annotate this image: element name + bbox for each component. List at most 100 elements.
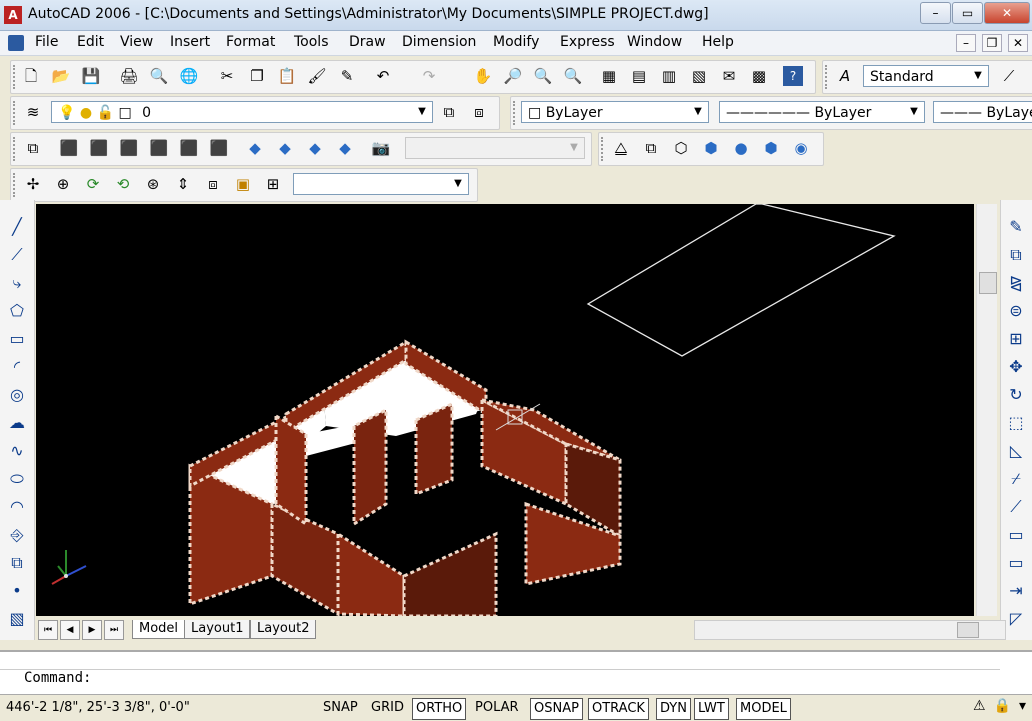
- vertical-scrollbar[interactable]: [976, 204, 997, 616]
- 2d-wireframe-icon[interactable]: ⧋: [611, 138, 631, 158]
- extend-icon[interactable]: ⟋: [1005, 496, 1027, 518]
- close-button[interactable]: ✕: [984, 2, 1030, 24]
- tab-layout2[interactable]: Layout2: [250, 620, 317, 639]
- ucs-select[interactable]: ▼: [293, 173, 469, 195]
- adjust-distance-icon[interactable]: ⇕: [173, 174, 193, 194]
- grid-toggle[interactable]: GRID: [368, 698, 407, 718]
- status-bar-menu-icon[interactable]: ▾: [1019, 698, 1026, 714]
- color-select[interactable]: □ ByLayer ▼: [521, 101, 709, 123]
- line-icon[interactable]: ╱: [6, 216, 28, 238]
- text-style-icon[interactable]: A: [835, 66, 855, 86]
- nw-isometric-icon[interactable]: ◆: [335, 138, 355, 158]
- plot-icon[interactable]: 🖨: [119, 66, 139, 86]
- next-tab-button[interactable]: ▶: [82, 620, 102, 640]
- layer-previous-icon[interactable]: ⧈: [469, 102, 489, 122]
- pan-icon[interactable]: ✋: [473, 66, 493, 86]
- tool-palettes-icon[interactable]: ▥: [659, 66, 679, 86]
- make-block-icon[interactable]: ⧉: [6, 552, 28, 574]
- document-menu-icon[interactable]: [8, 35, 24, 51]
- menu-window[interactable]: Window: [627, 34, 682, 50]
- menu-tools[interactable]: Tools: [294, 34, 329, 50]
- revision-cloud-icon[interactable]: ☁: [6, 412, 28, 434]
- named-view-select[interactable]: ▼: [405, 137, 585, 159]
- publish-icon[interactable]: 🌐: [179, 66, 199, 86]
- tab-model[interactable]: Model: [132, 620, 186, 639]
- array-icon[interactable]: ⊞: [1005, 328, 1027, 350]
- plot-preview-icon[interactable]: 🔍: [149, 66, 169, 86]
- redo-icon[interactable]: ↷: [419, 66, 439, 86]
- help-icon[interactable]: ?: [783, 66, 803, 86]
- new-file-icon[interactable]: 🗋: [21, 66, 41, 86]
- hatch-icon[interactable]: ▧: [6, 608, 28, 630]
- toolbar-grip[interactable]: [601, 137, 607, 161]
- properties-icon[interactable]: ▦: [599, 66, 619, 86]
- first-tab-button[interactable]: ⏮: [38, 620, 58, 640]
- copy-icon[interactable]: ❐: [247, 66, 267, 86]
- tab-layout1[interactable]: Layout1: [184, 620, 251, 639]
- toolbar-grip[interactable]: [13, 65, 19, 89]
- ucs-icon[interactable]: ▣: [233, 174, 253, 194]
- zoom-3d-icon[interactable]: ⊕: [53, 174, 73, 194]
- front-view-icon[interactable]: ⬛: [179, 138, 199, 158]
- markup-icon[interactable]: ✉: [719, 66, 739, 86]
- erase-icon[interactable]: ✎: [1005, 216, 1027, 238]
- rotate-icon[interactable]: ↻: [1005, 384, 1027, 406]
- communication-center-icon[interactable]: ⚠: [973, 698, 986, 714]
- ellipse-icon[interactable]: ⬭: [6, 468, 28, 490]
- sheet-set-icon[interactable]: ▧: [689, 66, 709, 86]
- layer-properties-icon[interactable]: ≋: [23, 102, 43, 122]
- hidden-icon[interactable]: ⬡: [671, 138, 691, 158]
- toolbar-grip[interactable]: [825, 65, 831, 89]
- undo-icon[interactable]: ↶: [373, 66, 393, 86]
- circle-icon[interactable]: ◎: [6, 384, 28, 406]
- linetype-select[interactable]: —————— ByLayer ▼: [719, 101, 925, 123]
- stretch-icon[interactable]: ◺: [1005, 440, 1027, 462]
- menu-express[interactable]: Express: [560, 34, 615, 50]
- minimize-button[interactable]: –: [920, 2, 951, 24]
- layer-select[interactable]: 💡 ● 🔓 □ 0 ▼: [51, 101, 433, 123]
- menu-view[interactable]: View: [120, 34, 153, 50]
- make-object-layer-current-icon[interactable]: ⧉: [439, 102, 459, 122]
- paste-icon[interactable]: 📋: [277, 66, 297, 86]
- ne-isometric-icon[interactable]: ◆: [305, 138, 325, 158]
- prev-tab-button[interactable]: ◀: [60, 620, 80, 640]
- dyn-toggle[interactable]: DYN: [656, 698, 691, 720]
- right-view-icon[interactable]: ⬛: [149, 138, 169, 158]
- insert-block-icon[interactable]: ⎆: [6, 524, 28, 546]
- menu-dimension[interactable]: Dimension: [402, 34, 476, 50]
- flat-shaded-icon[interactable]: ⬢: [701, 138, 721, 158]
- design-center-icon[interactable]: ▤: [629, 66, 649, 86]
- pan-3d-icon[interactable]: ✢: [23, 174, 43, 194]
- zoom-realtime-icon[interactable]: 🔎: [503, 66, 523, 86]
- gouraud-shaded-icon[interactable]: ●: [731, 138, 751, 158]
- sw-isometric-icon[interactable]: ◆: [245, 138, 265, 158]
- break-icon[interactable]: ▭: [1005, 524, 1027, 546]
- fillet-icon[interactable]: ◸: [1005, 608, 1027, 630]
- mirror-icon[interactable]: ⧎: [1005, 272, 1027, 294]
- menu-edit[interactable]: Edit: [77, 34, 104, 50]
- menu-format[interactable]: Format: [226, 34, 275, 50]
- calculator-icon[interactable]: ▩: [749, 66, 769, 86]
- join-icon[interactable]: ▭: [1005, 552, 1027, 574]
- cut-icon[interactable]: ✂: [217, 66, 237, 86]
- menu-file[interactable]: File: [35, 34, 58, 50]
- lwt-toggle[interactable]: LWT: [694, 698, 729, 720]
- zoom-window-icon[interactable]: 🔍: [533, 66, 553, 86]
- chamfer-icon[interactable]: ⇥: [1005, 580, 1027, 602]
- scale-icon[interactable]: ⬚: [1005, 412, 1027, 434]
- mdi-restore-button[interactable]: ❐: [982, 34, 1002, 52]
- named-views-icon[interactable]: ⧉: [23, 138, 43, 158]
- point-icon[interactable]: •: [6, 580, 28, 602]
- polyline-icon[interactable]: ⤷: [6, 272, 28, 294]
- top-view-icon[interactable]: ⬛: [59, 138, 79, 158]
- autocad-app-icon[interactable]: A: [4, 6, 22, 24]
- model-toggle[interactable]: MODEL: [736, 698, 791, 720]
- dimension-style-icon[interactable]: ⟋: [999, 66, 1019, 86]
- construction-line-icon[interactable]: ⟋: [6, 244, 28, 266]
- open-file-icon[interactable]: 📂: [51, 66, 71, 86]
- display-ucs-dialog-icon[interactable]: ⊞: [263, 174, 283, 194]
- swivel-icon[interactable]: ⊛: [143, 174, 163, 194]
- toolbar-grip[interactable]: [513, 101, 519, 125]
- menu-help[interactable]: Help: [702, 34, 734, 50]
- camera-icon[interactable]: 📷: [371, 138, 391, 158]
